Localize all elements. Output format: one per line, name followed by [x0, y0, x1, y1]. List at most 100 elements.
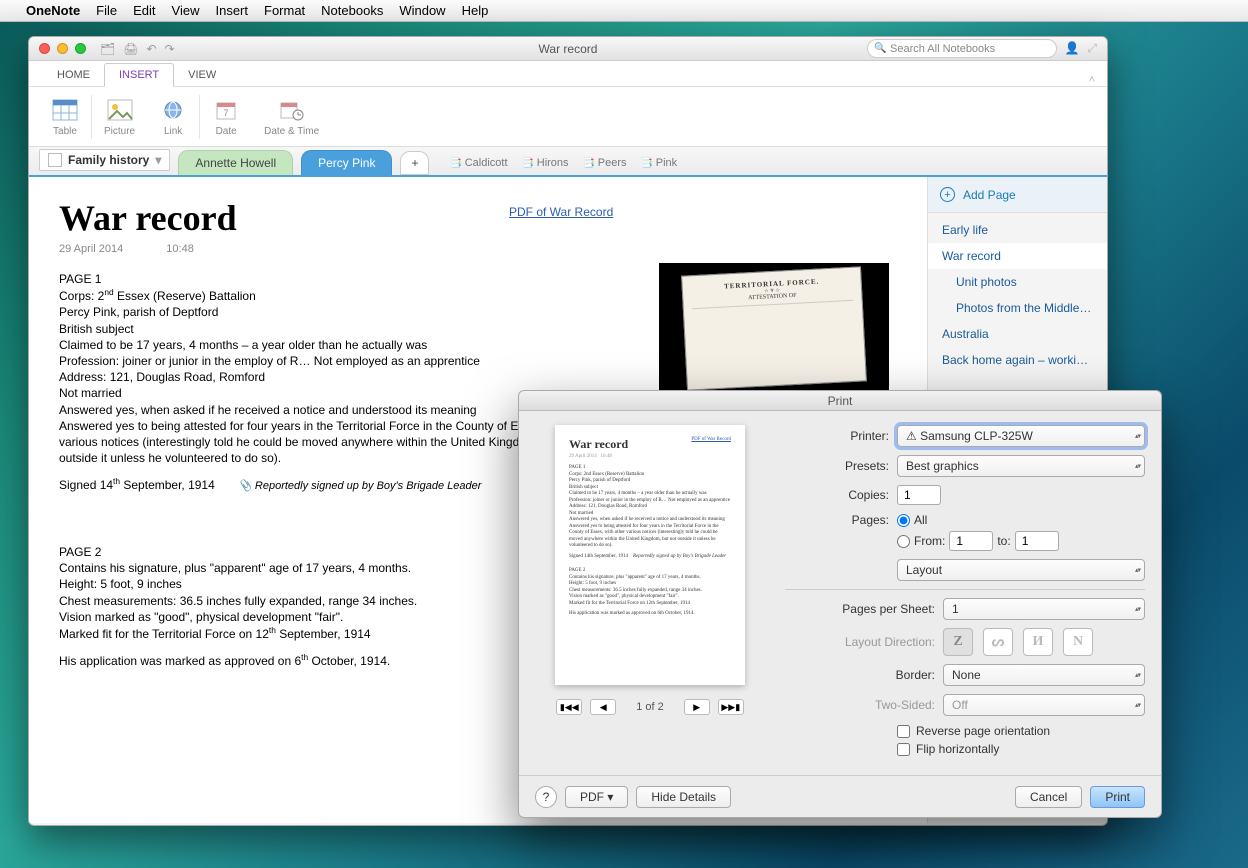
close-icon[interactable]	[39, 43, 50, 54]
ribbon-date-time[interactable]: Date & Time	[252, 91, 331, 142]
titlebar: 🗂 🖨 ↶ ↷ War record Search All Notebooks …	[29, 37, 1107, 61]
page-item[interactable]: Unit photos	[928, 269, 1107, 295]
notebook-picker[interactable]: Family history ▾	[39, 149, 170, 171]
copies-input[interactable]	[897, 485, 941, 505]
pages-all-radio[interactable]	[897, 514, 910, 527]
help-button[interactable]: ?	[535, 786, 557, 808]
print-dialog: Print PDF of War Record War record 29 Ap…	[518, 390, 1162, 818]
section-tab-percy[interactable]: Percy Pink	[301, 150, 392, 175]
pdf-button[interactable]: PDF ▾	[565, 786, 628, 808]
twosided-select[interactable]: Off	[943, 694, 1145, 716]
app-name[interactable]: OneNote	[26, 3, 80, 18]
last-page-button[interactable]: ▶▶▮	[718, 699, 744, 715]
layout-dir-3[interactable]: И	[1023, 628, 1053, 656]
page-list: Early life War record Unit photos Photos…	[928, 213, 1107, 377]
undo-icon[interactable]: ↶	[146, 42, 156, 56]
search-placeholder: Search All Notebooks	[890, 43, 995, 55]
menu-window[interactable]: Window	[399, 3, 445, 18]
border-label: Border:	[785, 668, 935, 682]
prev-page-button[interactable]: ◀	[590, 699, 616, 715]
hide-details-button[interactable]: Hide Details	[636, 786, 731, 808]
printer-select[interactable]: ⚠ Samsung CLP-325W	[897, 425, 1145, 447]
menu-insert[interactable]: Insert	[215, 3, 248, 18]
pages-label: Pages:	[785, 513, 889, 527]
chip-pink[interactable]: Pink	[641, 157, 678, 169]
pps-label: Pages per Sheet:	[785, 602, 935, 616]
embedded-image[interactable]: TERRITORIAL FORCE. ☆ ⚜ ☆ ATTESTATION OF	[659, 263, 889, 393]
section-tab-annette[interactable]: Annette Howell	[178, 150, 293, 175]
qat-icon[interactable]: 🖨	[123, 42, 138, 56]
pps-select[interactable]: 1	[943, 598, 1145, 620]
add-page-button[interactable]: + Add Page	[928, 177, 1107, 213]
ribbon-link[interactable]: Link	[147, 91, 199, 142]
date-icon: 7	[212, 96, 240, 124]
twosided-label: Two-Sided:	[785, 698, 935, 712]
layout-dir-2[interactable]: ᔕ	[983, 628, 1013, 656]
reverse-checkbox-row[interactable]: Reverse page orientation	[897, 724, 1145, 738]
border-select[interactable]: None	[943, 664, 1145, 686]
ribbon-date[interactable]: 7 Date	[200, 91, 252, 142]
menu-edit[interactable]: Edit	[133, 3, 155, 18]
search-input[interactable]: Search All Notebooks	[867, 39, 1057, 58]
tab-view[interactable]: VIEW	[174, 64, 230, 86]
next-page-button[interactable]: ▶	[684, 699, 710, 715]
titlebar-right-icons: 👤 ⤢	[1064, 41, 1097, 56]
pages-from-input[interactable]	[949, 531, 993, 551]
ribbon: Table Picture Link 7 Date Date & Ti	[29, 87, 1107, 147]
ribbon-tabs: HOME INSERT VIEW ˄	[29, 61, 1107, 87]
page-item[interactable]: Early life	[928, 217, 1107, 243]
pdf-link[interactable]: PDF of War Record	[509, 205, 613, 219]
preview-pager: ▮◀◀ ◀ 1 of 2 ▶ ▶▶▮	[556, 699, 744, 715]
share-icon[interactable]: 👤	[1064, 41, 1079, 56]
pages-to-input[interactable]	[1015, 531, 1059, 551]
layout-direction: Z ᔕ И N	[943, 628, 1093, 656]
page-item[interactable]: War record	[928, 243, 1107, 269]
page-item[interactable]: Back home again – worki…	[928, 347, 1107, 373]
flip-checkbox[interactable]	[897, 743, 910, 756]
presets-select[interactable]: Best graphics	[897, 455, 1145, 477]
menu-help[interactable]: Help	[462, 3, 489, 18]
minimize-icon[interactable]	[57, 43, 68, 54]
layout-dir-4[interactable]: N	[1063, 628, 1093, 656]
chip-hirons[interactable]: Hirons	[522, 157, 569, 169]
page-item[interactable]: Photos from the Middle…	[928, 295, 1107, 321]
print-dialog-title: Print	[519, 391, 1161, 411]
embedded-document-icon: TERRITORIAL FORCE. ☆ ⚜ ☆ ATTESTATION OF	[681, 266, 867, 390]
print-button[interactable]: Print	[1090, 786, 1145, 808]
traffic-lights	[29, 43, 86, 54]
add-section-button[interactable]: +	[400, 151, 429, 175]
fullscreen-icon[interactable]: ⤢	[1087, 41, 1097, 56]
plus-icon: +	[940, 187, 955, 202]
tag-icon	[238, 480, 255, 492]
menu-file[interactable]: File	[96, 3, 117, 18]
qat-icon[interactable]: 🗂	[100, 42, 115, 56]
note-title[interactable]: War record	[59, 197, 897, 239]
redo-icon[interactable]: ↷	[165, 42, 175, 56]
reverse-checkbox[interactable]	[897, 725, 910, 738]
pages-range-radio[interactable]	[897, 535, 910, 548]
page-item[interactable]: Australia	[928, 321, 1107, 347]
ribbon-picture[interactable]: Picture	[92, 91, 147, 142]
flip-checkbox-row[interactable]: Flip horizontally	[897, 742, 1145, 756]
first-page-button[interactable]: ▮◀◀	[556, 699, 582, 715]
tab-insert[interactable]: INSERT	[104, 63, 174, 87]
print-footer: ? PDF ▾ Hide Details Cancel Print	[519, 775, 1161, 817]
section-select[interactable]: Layout	[897, 559, 1145, 581]
menu-notebooks[interactable]: Notebooks	[321, 3, 383, 18]
print-preview-page: PDF of War Record War record 29 April 20…	[555, 425, 745, 685]
link-icon	[159, 96, 187, 124]
chip-caldicott[interactable]: Caldicott	[449, 157, 507, 169]
cancel-button[interactable]: Cancel	[1015, 786, 1082, 808]
zoom-icon[interactable]	[75, 43, 86, 54]
notebook-icon	[48, 153, 62, 167]
layout-dir-1[interactable]: Z	[943, 628, 973, 656]
tab-home[interactable]: HOME	[43, 64, 104, 86]
ribbon-table[interactable]: Table	[39, 91, 91, 142]
picture-icon	[106, 96, 134, 124]
note-date: 29 April 2014	[59, 243, 123, 255]
menu-view[interactable]: View	[172, 3, 200, 18]
note-time: 10:48	[166, 243, 194, 255]
menu-format[interactable]: Format	[264, 3, 305, 18]
collapse-ribbon-icon[interactable]: ˄	[1089, 74, 1095, 86]
chip-peers[interactable]: Peers	[583, 157, 627, 169]
